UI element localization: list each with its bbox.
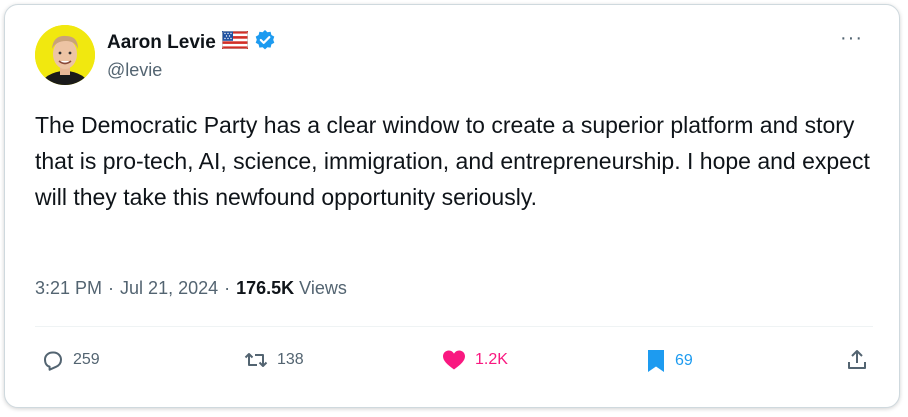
avatar-photo [35,25,95,85]
tweet-meta: 3:21 PM · Jul 21, 2024 · 176.5K Views [35,278,347,299]
author-name[interactable]: Aaron Levie [107,32,216,54]
share-button[interactable] [845,348,869,372]
divider [35,326,873,327]
share-icon [845,348,869,372]
views-count: 176.5K [236,278,295,298]
us-flag-icon [221,31,248,54]
reply-count: 259 [73,351,100,368]
avatar[interactable] [35,25,95,85]
like-count: 1.2K [475,351,508,368]
meta-separator: · [224,278,231,298]
meta-separator: · [108,278,115,298]
views-label: Views [299,278,347,298]
more-options-icon[interactable]: ··· [840,28,863,48]
reply-icon [41,348,65,372]
tweet-date[interactable]: Jul 21, 2024 [120,278,218,299]
reply-button[interactable]: 259 [41,348,100,372]
bookmark-icon [645,348,667,374]
repost-button[interactable]: 138 [243,348,304,372]
tweet-time[interactable]: 3:21 PM [35,278,102,299]
bookmark-count: 69 [675,352,693,369]
like-button[interactable]: 1.2K [441,348,508,372]
author-handle[interactable]: @levie [107,60,162,81]
repost-count: 138 [277,351,304,368]
verified-badge-icon[interactable] [254,29,276,56]
bookmark-button[interactable]: 69 [645,348,693,374]
repost-icon [243,348,269,372]
author-row: Aaron Levie [107,29,276,56]
tweet-card: Aaron Levie @levie ··· The Democratic Pa… [4,4,900,408]
heart-icon [441,348,467,372]
tweet-text: The Democratic Party has a clear window … [35,112,870,210]
